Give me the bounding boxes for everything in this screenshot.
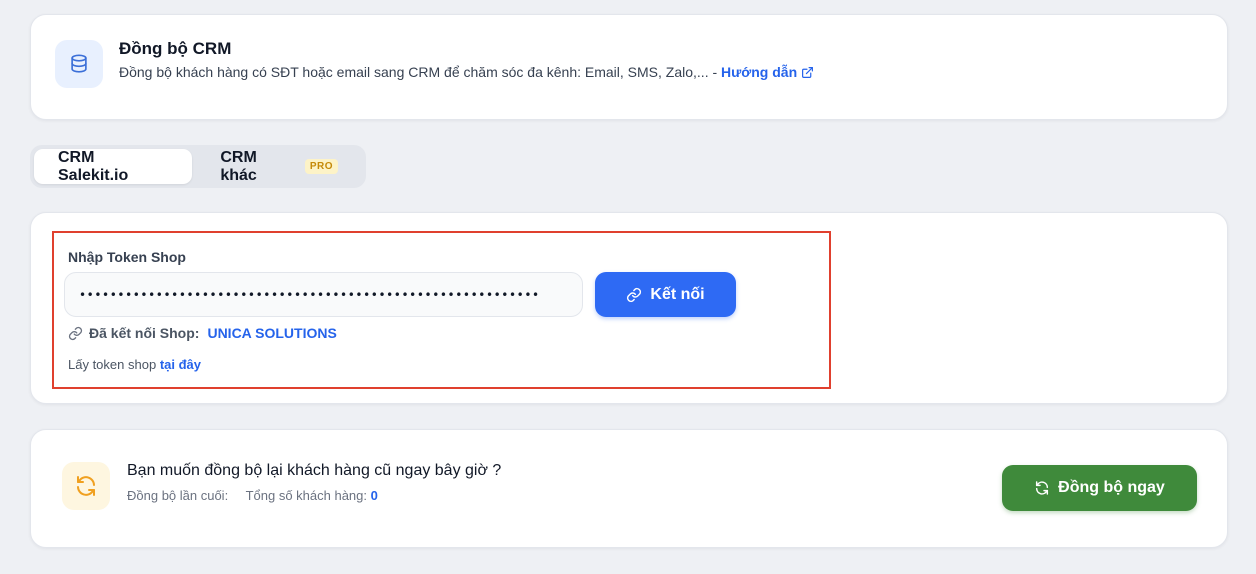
refresh-icon — [62, 462, 110, 510]
refresh-icon — [1036, 481, 1049, 495]
connect-button[interactable]: Kết nối — [595, 272, 736, 317]
crm-tabs: CRM Salekit.io CRM khác PRO — [30, 145, 366, 188]
sync-title: Bạn muốn đồng bộ lại khách hàng cũ ngay … — [127, 462, 502, 479]
token-highlight-box: Nhập Token Shop Kết nối Đã kết nối Shop:… — [52, 231, 831, 389]
sync-now-label: Đồng bộ ngay — [1058, 479, 1165, 496]
token-input[interactable] — [64, 272, 583, 317]
total-customers-label: Tổng số khách hàng: — [245, 488, 367, 503]
link-icon — [68, 326, 83, 340]
sync-now-button[interactable]: Đồng bộ ngay — [1002, 465, 1197, 511]
get-token-link[interactable]: tại đây — [160, 357, 201, 372]
tab-crm-other[interactable]: CRM khác PRO — [196, 149, 362, 184]
tab-crm-salekit[interactable]: CRM Salekit.io — [34, 148, 193, 184]
get-token-row: Lấy token shop tại đây — [68, 357, 201, 372]
token-label: Nhập Token Shop — [68, 249, 186, 265]
tab-label: CRM khác — [220, 148, 257, 184]
shop-name: UNICA SOLUTIONS — [207, 325, 337, 341]
last-sync-label: Đồng bộ lần cuối: — [127, 488, 229, 503]
sync-card: Bạn muốn đồng bộ lại khách hàng cũ ngay … — [30, 429, 1228, 548]
link-icon — [627, 287, 642, 302]
tab-label: CRM Salekit.io — [58, 148, 129, 184]
token-card: Nhập Token Shop Kết nối Đã kết nối Shop:… — [30, 212, 1228, 404]
page-description: Đồng bộ khách hàng có SĐT hoặc email san… — [119, 64, 814, 80]
database-icon — [55, 40, 103, 88]
crm-sync-header-card: Đồng bộ CRM Đồng bộ khách hàng có SĐT ho… — [30, 14, 1228, 120]
description-text: Đồng bộ khách hàng có SĐT hoặc email san… — [119, 64, 718, 80]
get-token-text: Lấy token shop — [68, 357, 157, 372]
page-title: Đồng bộ CRM — [119, 39, 232, 58]
connected-label: Đã kết nối Shop: — [89, 325, 200, 341]
total-customers-value: 0 — [370, 488, 378, 503]
connected-status: Đã kết nối Shop: UNICA SOLUTIONS — [68, 325, 337, 341]
external-link-icon — [802, 67, 814, 78]
pro-badge: PRO — [304, 159, 338, 174]
connect-button-label: Kết nối — [650, 285, 705, 303]
guide-link[interactable]: Hướng dẫn — [721, 64, 814, 80]
sync-meta: Đồng bộ lần cuối: Tổng số khách hàng: 0 — [127, 488, 378, 503]
guide-link-label: Hướng dẫn — [721, 64, 798, 80]
